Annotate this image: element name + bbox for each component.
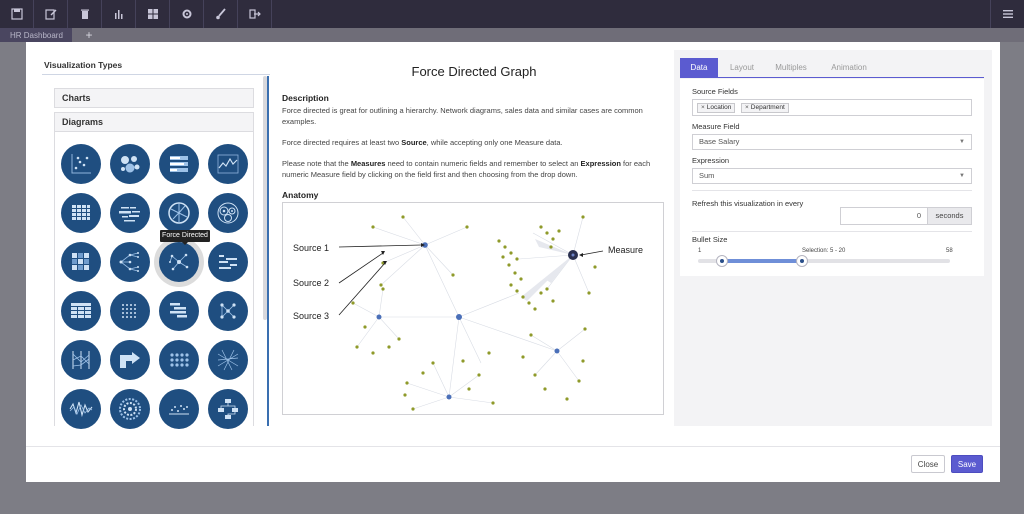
network-icon[interactable] xyxy=(208,291,248,331)
tab-multiples[interactable]: Multiples xyxy=(766,58,816,78)
hamburger-icon[interactable] xyxy=(990,0,1024,28)
source-fields-label: Source Fields xyxy=(692,87,738,96)
bullet-min-label: 1 xyxy=(698,248,702,254)
grid-icon[interactable] xyxy=(136,0,170,28)
slider-range-fill xyxy=(722,259,802,263)
parallel-coordinates-icon[interactable] xyxy=(61,340,101,380)
wave-icon[interactable] xyxy=(61,389,101,429)
tree-icon[interactable] xyxy=(110,242,150,282)
scrollbar[interactable] xyxy=(263,76,267,320)
heat-table-icon[interactable] xyxy=(61,193,101,233)
force-graph-illustration xyxy=(338,215,604,411)
chevron-down-icon: ▼ xyxy=(959,139,965,145)
close-button[interactable]: Close xyxy=(911,455,945,473)
time-series-icon[interactable] xyxy=(208,144,248,184)
divider xyxy=(692,190,972,191)
chip-location[interactable]: × Location xyxy=(697,103,736,113)
edit-icon[interactable] xyxy=(34,0,68,28)
measure-label: Measure xyxy=(608,245,644,255)
visualization-title: Force Directed Graph xyxy=(411,64,537,79)
tab-layout[interactable]: Layout xyxy=(722,58,762,78)
flow-arrow-icon[interactable] xyxy=(110,340,150,380)
tab-data[interactable]: Data xyxy=(680,58,718,78)
trash-icon[interactable] xyxy=(68,0,102,28)
modal-footer xyxy=(26,446,1000,482)
brush-icon[interactable] xyxy=(204,0,238,28)
sign-out-icon[interactable] xyxy=(238,0,272,28)
dot-grid-icon[interactable] xyxy=(159,340,199,380)
refresh-label: Refresh this visualization in every xyxy=(692,199,804,208)
source-2-label: Source 2 xyxy=(293,278,330,288)
timeline-icon[interactable] xyxy=(159,389,199,429)
description-text: Force directed is great for outlining a … xyxy=(282,106,643,126)
accordion-diagrams[interactable]: Diagrams xyxy=(54,112,254,132)
scroll-track xyxy=(267,76,269,426)
gear-icon[interactable] xyxy=(170,0,204,28)
bullet-size-label: Bullet Size xyxy=(692,235,728,244)
radial-icon[interactable] xyxy=(110,389,150,429)
gantt-icon[interactable] xyxy=(159,291,199,331)
tooltip: Force Directed xyxy=(160,230,210,245)
force-directed-icon[interactable] xyxy=(159,242,199,282)
data-tab-content: Source Fields × Location × Department Meas… xyxy=(680,79,984,276)
refresh-unit-addon: seconds xyxy=(927,207,972,225)
diagrams-list xyxy=(54,132,254,429)
source-1-label: Source 1 xyxy=(293,243,330,253)
description-heading: Description xyxy=(282,93,329,103)
divider xyxy=(692,231,972,232)
measure-field-label: Measure Field xyxy=(692,122,740,131)
save-icon[interactable] xyxy=(0,0,34,28)
measure-field-select[interactable]: Base Salary ▼ xyxy=(692,134,972,150)
bar-chart-icon[interactable] xyxy=(102,0,136,28)
chip-remove-icon[interactable]: × xyxy=(745,104,749,111)
table-icon[interactable] xyxy=(61,291,101,331)
title-divider xyxy=(42,74,270,75)
anatomy-heading: Anatomy xyxy=(282,190,319,200)
bullet-max-label: 58 xyxy=(946,248,953,254)
tab-animation[interactable]: Animation xyxy=(822,58,876,78)
matrix-icon[interactable] xyxy=(61,242,101,282)
panel-title: Visualization Types xyxy=(44,60,123,70)
add-tab-button[interactable]: + xyxy=(82,28,96,42)
slider-min-handle[interactable] xyxy=(716,255,728,267)
chip-department[interactable]: × Department xyxy=(741,103,789,113)
scatter-plot-icon[interactable] xyxy=(61,144,101,184)
description-measures: Please note that the Measures need to co… xyxy=(282,159,651,179)
expression-label: Expression xyxy=(692,156,730,165)
chip-remove-icon[interactable]: × xyxy=(701,104,705,111)
expression-select[interactable]: Sum ▼ xyxy=(692,168,972,184)
refresh-interval-input[interactable]: 0 xyxy=(840,207,928,225)
chevron-down-icon: ▼ xyxy=(959,173,965,179)
visualization-types-panel: Visualization Types Charts Diagrams Forc… xyxy=(34,50,274,429)
visualization-modal: Visualization Types Charts Diagrams Forc… xyxy=(26,42,1000,482)
top-toolbar xyxy=(0,0,1024,28)
line-web-icon[interactable] xyxy=(208,340,248,380)
modal-body: Visualization Types Charts Diagrams Forc… xyxy=(34,50,992,429)
word-cloud-icon[interactable] xyxy=(110,193,150,233)
circle-packing-icon[interactable] xyxy=(208,193,248,233)
sankey-icon[interactable] xyxy=(208,242,248,282)
org-chart-icon[interactable] xyxy=(208,389,248,429)
dashboard-tab-strip: HR Dashboard + xyxy=(0,28,1024,42)
accordion-charts[interactable]: Charts xyxy=(54,88,254,108)
source-fields-input[interactable]: × Location × Department xyxy=(692,99,972,116)
dashboard-tab[interactable]: HR Dashboard xyxy=(0,28,72,42)
anatomy-diagram: Source 1 Source 2 Source 3 Measure xyxy=(282,202,664,415)
settings-panel: Data Layout Multiples Animation Source F… xyxy=(680,58,984,276)
bullet-selection-label: Selection: 5 - 20 xyxy=(802,248,846,254)
save-button[interactable]: Save xyxy=(951,455,983,473)
dot-matrix-icon[interactable] xyxy=(110,291,150,331)
slider-max-handle[interactable] xyxy=(796,255,808,267)
bullet-chart-icon[interactable] xyxy=(159,144,199,184)
bubble-chart-icon[interactable] xyxy=(110,144,150,184)
chord-diagram-icon[interactable] xyxy=(159,193,199,233)
source-3-label: Source 3 xyxy=(293,311,330,321)
description-panel: Force Directed Graph Description Force d… xyxy=(274,50,674,426)
description-sources: Force directed requires at least two Sou… xyxy=(282,138,563,147)
settings-tabs: Data Layout Multiples Animation xyxy=(680,58,984,78)
